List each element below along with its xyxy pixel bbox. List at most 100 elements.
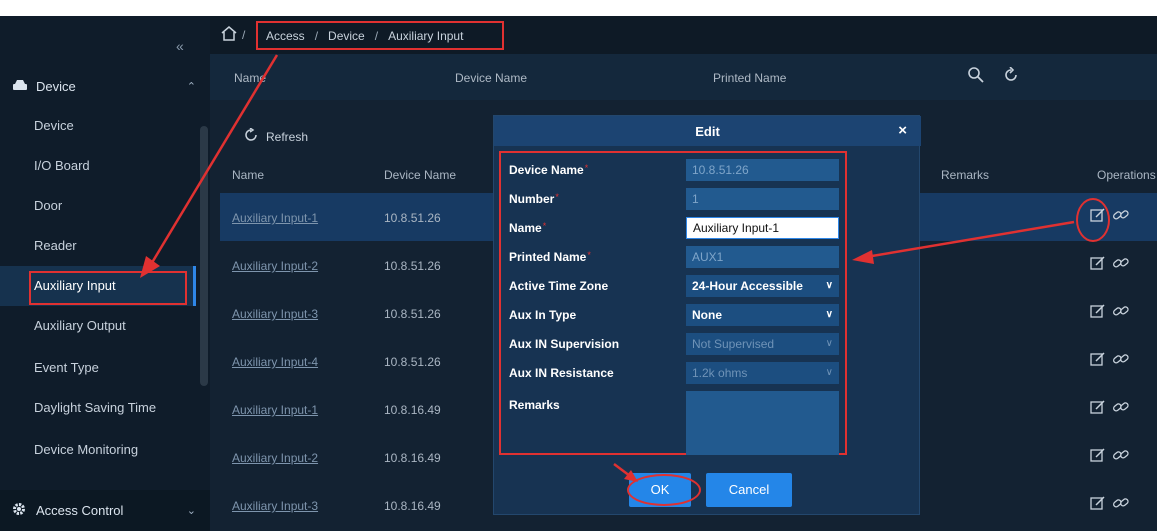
row-device-name: 10.8.16.49 [384, 403, 441, 417]
device-name-field[interactable]: 10.8.51.26 [686, 159, 839, 181]
sidebar-group-access-label: Access Control [36, 503, 124, 518]
row-operations [1090, 207, 1130, 226]
aux-in-supervision-value: Not Supervised [692, 337, 775, 351]
aux-in-resistance-value: 1.2k ohms [692, 366, 748, 380]
active-time-zone-select[interactable]: 24-Hour Accessible ∨ [686, 275, 839, 297]
breadcrumb-item-auxiliary-input: Auxiliary Input [388, 28, 464, 43]
row-name-link[interactable]: Auxiliary Input-1 [232, 211, 318, 225]
breadcrumb-item-device[interactable]: Device [328, 29, 365, 43]
row-name-link[interactable]: Auxiliary Input-2 [232, 259, 318, 273]
link-icon[interactable] [1112, 447, 1130, 466]
number-label-text: Number [509, 192, 555, 206]
device-name-label: Device Name* [509, 163, 588, 177]
sidebar-item-auxiliary-input[interactable]: Auxiliary Input [0, 266, 196, 306]
active-time-zone-label: Active Time Zone [509, 279, 609, 293]
collapse-sidebar-icon[interactable]: « [176, 38, 184, 54]
breadcrumb-item-access[interactable]: Access [266, 29, 305, 43]
row-name-link[interactable]: Auxiliary Input-4 [232, 355, 318, 369]
edit-icon[interactable] [1090, 207, 1106, 226]
remarks-label: Remarks [509, 398, 560, 412]
close-icon[interactable]: × [898, 122, 907, 139]
aux-in-resistance-select[interactable]: 1.2k ohms ∨ [686, 362, 839, 384]
sidebar-item-device-monitoring[interactable]: Device Monitoring [0, 430, 196, 470]
link-icon[interactable] [1112, 399, 1130, 418]
link-icon[interactable] [1112, 255, 1130, 274]
gear-icon [12, 502, 26, 519]
remarks-textarea[interactable] [686, 391, 839, 455]
row-device-name: 10.8.51.26 [384, 307, 441, 321]
chevron-up-icon: ⌃ [186, 80, 196, 93]
sidebar-scrollbar[interactable] [200, 126, 208, 386]
active-time-zone-value: 24-Hour Accessible [692, 279, 803, 293]
link-icon[interactable] [1112, 207, 1130, 226]
sidebar-group-device[interactable]: Device ⌃ [0, 66, 210, 106]
row-name-link[interactable]: Auxiliary Input-2 [232, 451, 318, 465]
printed-name-label-text: Printed Name [509, 250, 587, 264]
top-strip [0, 0, 1157, 16]
sidebar-item-door[interactable]: Door [0, 186, 196, 226]
search-field-name[interactable]: Name [234, 71, 266, 85]
row-name-link[interactable]: Auxiliary Input-3 [232, 499, 318, 513]
sidebar-group-access-control[interactable]: Access Control ⌄ [0, 490, 210, 531]
sidebar-item-daylight-saving-time[interactable]: Daylight Saving Time [0, 388, 196, 428]
search-field-printed-name[interactable]: Printed Name [713, 71, 786, 85]
reset-icon[interactable] [1003, 66, 1019, 86]
column-header-remarks[interactable]: Remarks [941, 168, 989, 182]
row-operations [1090, 399, 1130, 418]
aux-in-type-value: None [692, 308, 722, 322]
row-operations [1090, 303, 1130, 322]
number-field[interactable]: 1 [686, 188, 839, 210]
chevron-down-icon: ∨ [825, 338, 833, 349]
row-operations [1090, 447, 1130, 466]
breadcrumb-separator: / [314, 28, 319, 43]
search-field-device-name[interactable]: Device Name [455, 71, 527, 85]
breadcrumb-separator: / [242, 28, 246, 42]
home-icon[interactable] [221, 26, 237, 44]
sidebar-item-device[interactable]: Device [0, 106, 196, 146]
row-name-link[interactable]: Auxiliary Input-1 [232, 403, 318, 417]
sidebar-item-reader[interactable]: Reader [0, 226, 196, 266]
link-icon[interactable] [1112, 303, 1130, 322]
edit-icon[interactable] [1090, 495, 1106, 514]
device-name-label-text: Device Name [509, 163, 584, 177]
device-icon [12, 78, 28, 94]
breadcrumb: Access / Device / Auxiliary Input [256, 21, 504, 50]
link-icon[interactable] [1112, 351, 1130, 370]
name-field[interactable]: Auxiliary Input-1 [686, 217, 839, 239]
required-marker: * [542, 221, 547, 231]
app-window: « Device ⌃ Device I/O Board Door Reader … [0, 0, 1157, 531]
edit-icon[interactable] [1090, 399, 1106, 418]
required-marker: * [584, 163, 589, 173]
row-device-name: 10.8.51.26 [384, 259, 441, 273]
column-header-device-name[interactable]: Device Name [384, 168, 456, 182]
refresh-label: Refresh [266, 129, 309, 144]
required-marker: * [555, 192, 559, 202]
edit-icon[interactable] [1090, 447, 1106, 466]
edit-icon[interactable] [1090, 255, 1106, 274]
refresh-button[interactable]: Refresh [244, 127, 309, 145]
chevron-down-icon: ∨ [825, 309, 833, 320]
cancel-button[interactable]: Cancel [706, 473, 792, 507]
sidebar-item-io-board[interactable]: I/O Board [0, 146, 196, 186]
printed-name-field[interactable]: AUX1 [686, 246, 839, 268]
dialog-title: Edit [695, 124, 720, 139]
aux-in-supervision-select[interactable]: Not Supervised ∨ [686, 333, 839, 355]
name-label-text: Name [509, 221, 542, 235]
sidebar: « Device ⌃ Device I/O Board Door Reader … [0, 16, 210, 531]
aux-in-supervision-label: Aux IN Supervision [509, 337, 620, 351]
edit-icon[interactable] [1090, 303, 1106, 322]
number-label: Number* [509, 192, 559, 206]
search-icon[interactable] [967, 66, 985, 87]
sidebar-item-event-type[interactable]: Event Type [0, 348, 196, 388]
row-name-link[interactable]: Auxiliary Input-3 [232, 307, 318, 321]
edit-icon[interactable] [1090, 351, 1106, 370]
link-icon[interactable] [1112, 495, 1130, 514]
aux-in-type-select[interactable]: None ∨ [686, 304, 839, 326]
aux-in-type-label: Aux In Type [509, 308, 577, 322]
search-bar: Name Device Name Printed Name [210, 54, 1157, 100]
sidebar-item-auxiliary-output[interactable]: Auxiliary Output [0, 306, 196, 346]
chevron-down-icon: ⌄ [186, 505, 196, 517]
row-device-name: 10.8.16.49 [384, 451, 441, 465]
column-header-name[interactable]: Name [232, 168, 264, 182]
edit-dialog: Edit × Device Name* 10.8.51.26 Number* 1… [493, 115, 921, 515]
